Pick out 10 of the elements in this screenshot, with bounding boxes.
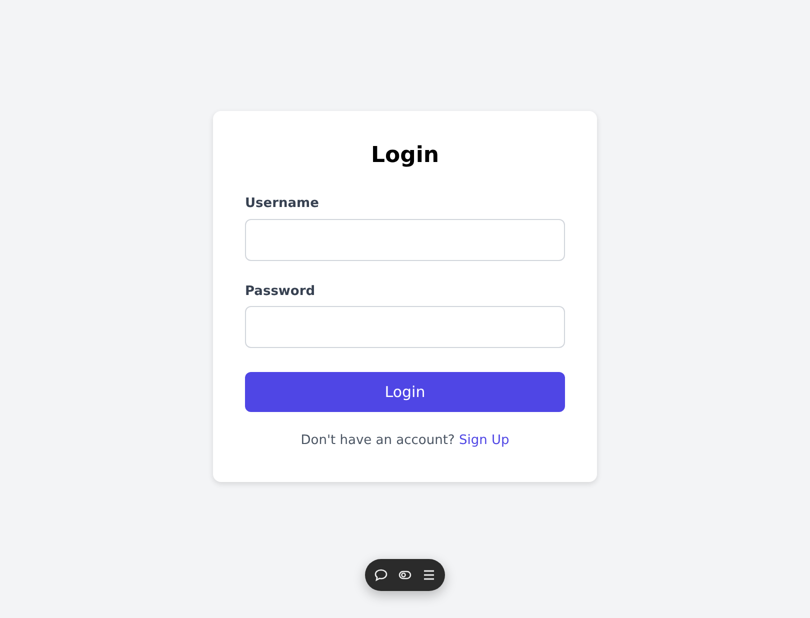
speech-bubble-icon[interactable] <box>374 568 388 582</box>
field-label: Username <box>245 195 319 214</box>
input-field[interactable] <box>245 306 565 348</box>
signup-prompt: Don't have an account? Sign Up <box>300 432 510 450</box>
form-title: Login <box>370 143 440 170</box>
login-button[interactable]: Login <box>245 372 565 412</box>
menu-icon[interactable] <box>422 568 436 582</box>
signup-link[interactable]: Sign Up <box>458 433 510 448</box>
input-field[interactable] <box>245 218 565 261</box>
field-label: Password <box>245 282 316 301</box>
